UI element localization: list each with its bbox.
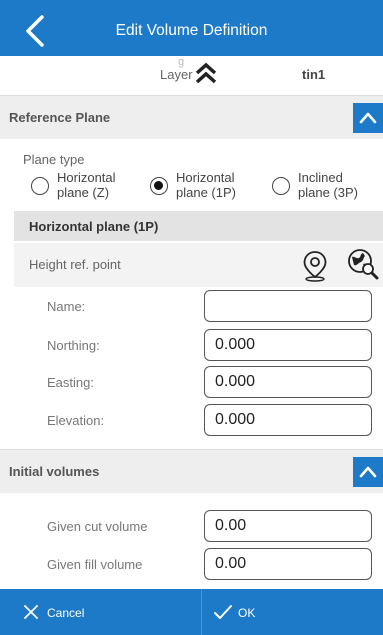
radio-label-line1: Horizontal [176, 170, 235, 185]
pick-point-button[interactable] [302, 250, 328, 282]
globe-search-icon [348, 249, 379, 280]
layer-row: g Layer tin1 [0, 56, 383, 92]
radio-label-line2: plane (3P) [298, 185, 358, 200]
map-pin-icon [303, 251, 327, 282]
layer-value: tin1 [302, 67, 326, 82]
height-ref-point-label: Height ref. point [29, 257, 121, 272]
initial-volumes-title: Initial volumes [9, 464, 100, 479]
radio-label-line2: plane (1P) [176, 185, 236, 200]
chevron-up-icon [359, 466, 377, 478]
name-label: Name: [47, 299, 86, 314]
radio-label-line2: plane (Z) [57, 185, 110, 200]
horizontal-plane-subheader: Horizontal plane (1P) [14, 211, 383, 241]
layer-label: Layer [160, 67, 193, 82]
radio-label: Inclined plane (3P) [298, 170, 358, 200]
initial-volumes-collapse-button[interactable] [353, 457, 383, 487]
easting-field[interactable]: 0.000 [204, 366, 372, 398]
given-fill-volume-label: Given fill volume [47, 557, 143, 572]
radio-label-line1: Inclined [298, 170, 343, 185]
initial-volumes-header: Initial volumes [0, 449, 383, 493]
northing-field[interactable]: 0.000 [204, 329, 372, 361]
radio-inclined-plane-3p[interactable]: Inclined plane (3P) [272, 170, 380, 204]
given-cut-volume-label: Given cut volume [47, 519, 148, 534]
elevation-label: Elevation: [47, 413, 105, 428]
check-icon [214, 605, 232, 619]
elevation-field[interactable]: 0.000 [204, 404, 372, 436]
easting-label: Easting: [47, 375, 94, 390]
radio-circle-checked [150, 177, 168, 195]
radio-label-line1: Horizontal [57, 170, 116, 185]
ok-label: OK [238, 606, 256, 620]
cancel-label: Cancel [47, 606, 85, 620]
search-point-button[interactable] [347, 248, 379, 280]
close-icon [24, 605, 38, 619]
given-fill-volume-field[interactable]: 0.00 [204, 548, 372, 580]
top-bar: Edit Volume Definition [0, 0, 383, 62]
name-field[interactable] [204, 290, 372, 322]
reference-plane-header: Reference Plane [0, 95, 383, 139]
plane-type-label: Plane type [23, 152, 85, 167]
chevron-up-icon [359, 112, 377, 124]
page-title: Edit Volume Definition [115, 22, 268, 39]
radio-label: Horizontal plane (Z) [57, 170, 116, 200]
radio-horizontal-plane-z[interactable]: Horizontal plane (Z) [31, 170, 141, 204]
double-chevron-up-icon[interactable] [193, 62, 219, 84]
northing-label: Northing: [47, 338, 100, 353]
reference-plane-collapse-button[interactable] [353, 103, 383, 133]
ok-button[interactable]: OK [202, 589, 383, 635]
radio-horizontal-plane-1p[interactable]: Horizontal plane (1P) [150, 170, 260, 204]
subheader-title: Horizontal plane (1P) [29, 219, 159, 234]
radio-label: Horizontal plane (1P) [176, 170, 236, 200]
radio-circle [272, 177, 290, 195]
bottom-action-bar: Cancel OK [0, 589, 383, 635]
radio-circle [31, 177, 49, 195]
given-cut-volume-field[interactable]: 0.00 [204, 510, 372, 542]
reference-plane-title: Reference Plane [9, 110, 111, 125]
cancel-button[interactable]: Cancel [0, 589, 201, 635]
height-ref-point-row: Height ref. point [14, 243, 383, 287]
